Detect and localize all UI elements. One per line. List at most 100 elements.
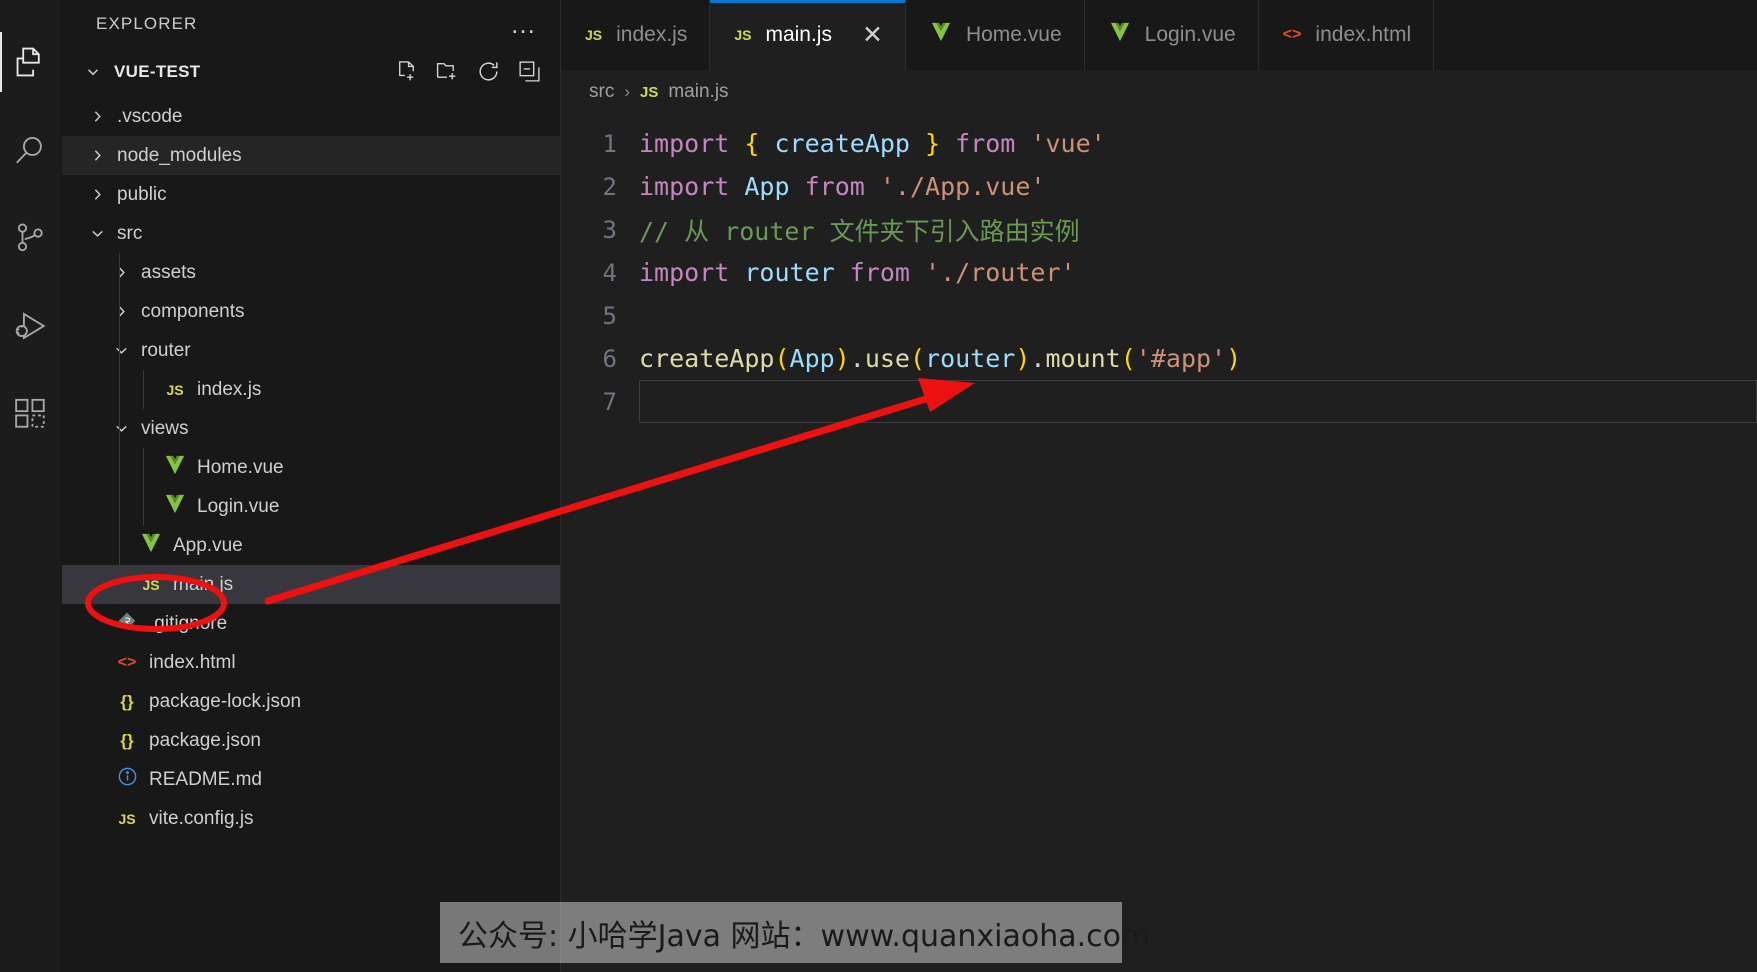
- chevron-right-icon[interactable]: [84, 186, 110, 203]
- breadcrumb: src › JS main.js: [561, 70, 1757, 114]
- editor-area: JS index.js JS main.js ✕ Home.vue Login.vue <> i…: [561, 0, 1757, 972]
- tab-label: Login.vue: [1144, 23, 1236, 46]
- activity-extensions-button[interactable]: [0, 370, 62, 458]
- code-line[interactable]: 3 // 从 router 文件夹下引入路由实例: [561, 208, 1757, 251]
- tree-item-label: .gitignore: [149, 612, 228, 634]
- tree-item-label: index.html: [149, 651, 236, 673]
- tree-file-index-html[interactable]: <> index.html: [62, 643, 560, 682]
- js-icon: JS: [734, 27, 752, 43]
- tab-file-icon: <>: [1283, 26, 1302, 44]
- code-token: from: [849, 258, 910, 287]
- editor-tab-index-js[interactable]: JS index.js: [561, 0, 711, 70]
- tree-file-package-lock-json[interactable]: {} package-lock.json: [62, 682, 560, 721]
- code-token: createApp: [639, 344, 775, 373]
- line-content: import router from './router': [639, 258, 1076, 287]
- chevron-right-icon[interactable]: [108, 264, 134, 281]
- tree-file-app-vue[interactable]: App.vue: [62, 526, 560, 565]
- code-token: (: [909, 344, 926, 373]
- new-folder-icon[interactable]: [435, 59, 460, 84]
- tree-file-login-vue[interactable]: Login.vue: [62, 487, 560, 526]
- tab-label: index.js: [616, 23, 688, 46]
- tree-file-home-vue[interactable]: Home.vue: [62, 448, 560, 487]
- indent-guide: [119, 370, 120, 409]
- tree-file-package-json[interactable]: {} package.json: [62, 721, 560, 760]
- file-tree: .vscode node_modules public src assets compon…: [62, 95, 560, 838]
- collapse-all-icon[interactable]: [517, 59, 542, 84]
- line-content: createApp(App).use(router).mount('#app'): [639, 344, 1241, 373]
- line-number: 3: [602, 215, 617, 244]
- tree-file-index-js[interactable]: JS index.js: [62, 370, 560, 409]
- tree-folder-node-modules[interactable]: node_modules: [62, 136, 560, 175]
- tree-item-label: package.json: [149, 729, 261, 751]
- tree-file-gitignore[interactable]: .gitignore: [62, 604, 560, 643]
- file-icon: {}: [112, 731, 142, 751]
- indent-guide: [119, 292, 120, 331]
- code-line[interactable]: 1 import { createApp } from 'vue': [561, 122, 1757, 165]
- indent-guide: [119, 409, 120, 448]
- code-line[interactable]: 2 import App from './App.vue': [561, 165, 1757, 208]
- tree-folder-router[interactable]: router: [62, 331, 560, 370]
- tree-file-main-js[interactable]: JS main.js: [62, 565, 560, 604]
- tree-item-label: index.js: [197, 378, 262, 400]
- editor-tab-index-html[interactable]: <> index.html: [1258, 0, 1435, 70]
- explorer-icon: [14, 45, 48, 79]
- tree-item-label: router: [141, 339, 191, 361]
- code-line[interactable]: 7: [561, 380, 1757, 423]
- chevron-right-icon[interactable]: [108, 303, 134, 320]
- explorer-root-row[interactable]: VUE-TEST: [62, 48, 560, 95]
- editor-tab-home-vue[interactable]: Home.vue: [905, 0, 1085, 70]
- json-icon: {}: [120, 730, 134, 750]
- indent-guide: [119, 331, 120, 370]
- code-editor[interactable]: 1 import { createApp } from 'vue' 2 import …: [561, 114, 1757, 972]
- tree-folder-public[interactable]: public: [62, 175, 560, 214]
- sidebar-explorer: EXPLORER … VUE-TEST .vscode node_modules…: [62, 0, 561, 972]
- watermark-text: 公众号: 小哈学Java 网站：www.quanxiaoha.com: [458, 918, 1151, 954]
- editor-tab-main-js[interactable]: JS main.js ✕: [710, 0, 906, 70]
- chevron-right-icon[interactable]: [84, 108, 110, 125]
- code-line[interactable]: 6 createApp(App).use(router).mount('#app'…: [561, 337, 1757, 380]
- vue-icon: [140, 533, 162, 559]
- vue-icon: [930, 22, 952, 48]
- tab-file-icon: [1109, 22, 1131, 48]
- code-token: import: [639, 129, 730, 158]
- tree-folder-src[interactable]: src: [62, 214, 560, 253]
- indent-guide: [143, 448, 144, 487]
- breadcrumb-item-file[interactable]: main.js: [668, 81, 728, 103]
- chevron-down-icon[interactable]: [108, 420, 134, 437]
- activity-explorer-button[interactable]: [0, 18, 62, 106]
- code-line[interactable]: 5: [561, 294, 1757, 337]
- close-icon[interactable]: ✕: [862, 22, 883, 48]
- code-token: {: [744, 129, 760, 158]
- activity-run-debug-button[interactable]: [0, 282, 62, 370]
- code-token: use: [864, 344, 910, 373]
- tree-folder-views[interactable]: views: [62, 409, 560, 448]
- chevron-down-icon[interactable]: [84, 63, 114, 81]
- editor-tab-login-vue[interactable]: Login.vue: [1084, 0, 1259, 70]
- activity-search-button[interactable]: [0, 106, 62, 194]
- tree-folder-assets[interactable]: assets: [62, 253, 560, 292]
- tree-file-readme-md[interactable]: README.md: [62, 760, 560, 799]
- activity-source-control-button[interactable]: [0, 194, 62, 282]
- tree-folder-components[interactable]: components: [62, 292, 560, 331]
- file-icon: <>: [112, 654, 142, 672]
- indent-guide: [119, 448, 120, 487]
- file-icon: [136, 533, 166, 559]
- tree-folder-vscode[interactable]: .vscode: [62, 97, 560, 136]
- new-file-icon[interactable]: [394, 59, 419, 84]
- chevron-right-icon[interactable]: [84, 147, 110, 164]
- editor-tabs: JS index.js JS main.js ✕ Home.vue Login.vue <> i…: [561, 0, 1757, 70]
- chevron-down-icon[interactable]: [108, 342, 134, 359]
- file-icon: [160, 455, 190, 481]
- breadcrumb-item-src[interactable]: src: [589, 81, 614, 103]
- explorer-more-actions-button[interactable]: …: [510, 11, 538, 37]
- tree-file-vite-config-js[interactable]: JS vite.config.js: [62, 799, 560, 838]
- tree-item-label: .vscode: [117, 105, 183, 127]
- chevron-down-icon[interactable]: [84, 225, 110, 242]
- file-icon: {}: [112, 692, 142, 712]
- refresh-icon[interactable]: [476, 59, 501, 84]
- code-line[interactable]: 4 import router from './router': [561, 251, 1757, 294]
